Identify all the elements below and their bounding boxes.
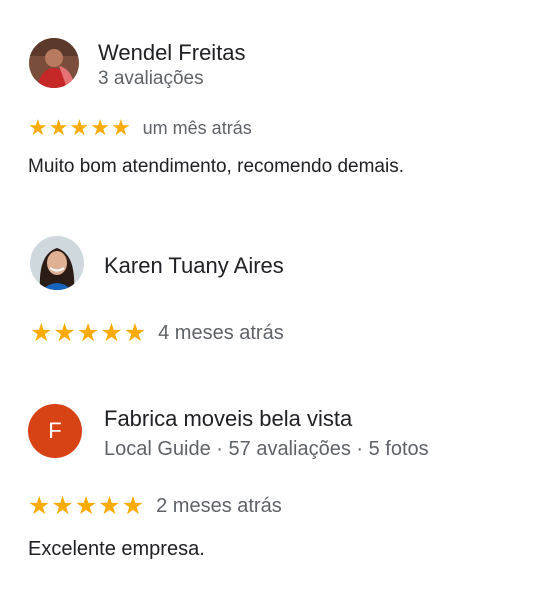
review-text: Muito bom atendimento, recomendo demais.	[28, 156, 404, 177]
rating-row: ★ ★ ★ ★ ★ um mês atrás	[28, 117, 252, 139]
star-icon: ★	[53, 319, 76, 347]
reviewer-name[interactable]: Wendel Freitas	[98, 40, 246, 66]
star-icon: ★	[28, 115, 48, 140]
reviewer-meta: Local Guide · 57 avaliações · 5 fotos	[104, 438, 429, 460]
star-rating: ★ ★ ★ ★ ★	[28, 494, 144, 519]
reviewer-name[interactable]: Karen Tuany Aires	[104, 253, 284, 279]
reviewer-avatar[interactable]	[30, 236, 84, 290]
review-text: Excelente empresa.	[28, 538, 205, 560]
star-icon: ★	[48, 115, 69, 140]
review-time: um mês atrás	[142, 117, 252, 138]
star-icon: ★	[123, 319, 147, 347]
star-icon: ★	[30, 319, 53, 347]
star-rating: ★ ★ ★ ★ ★	[28, 117, 131, 139]
star-rating: ★ ★ ★ ★ ★	[30, 321, 146, 346]
reviewer-avatar[interactable]: F	[28, 404, 82, 458]
reviewer-avatar[interactable]	[29, 38, 79, 88]
rating-row: ★ ★ ★ ★ ★ 2 meses atrás	[28, 494, 282, 519]
star-icon: ★	[110, 115, 131, 140]
avatar-photo-icon	[30, 236, 84, 290]
review-time: 4 meses atrás	[158, 322, 284, 344]
reviewer-meta: 3 avaliações	[98, 68, 204, 89]
star-icon: ★	[28, 492, 51, 520]
review-time: 2 meses atrás	[156, 495, 282, 517]
star-icon: ★	[121, 492, 145, 520]
avatar-initial: F	[48, 418, 62, 443]
star-icon: ★	[51, 492, 74, 520]
rating-row: ★ ★ ★ ★ ★ 4 meses atrás	[30, 321, 284, 346]
star-icon: ★	[98, 492, 121, 520]
avatar-photo-icon	[29, 38, 79, 88]
star-icon: ★	[74, 492, 98, 520]
star-icon: ★	[100, 319, 123, 347]
star-icon: ★	[69, 115, 90, 140]
star-icon: ★	[76, 319, 100, 347]
reviewer-name[interactable]: Fabrica moveis bela vista	[104, 406, 352, 432]
star-icon: ★	[90, 115, 110, 140]
